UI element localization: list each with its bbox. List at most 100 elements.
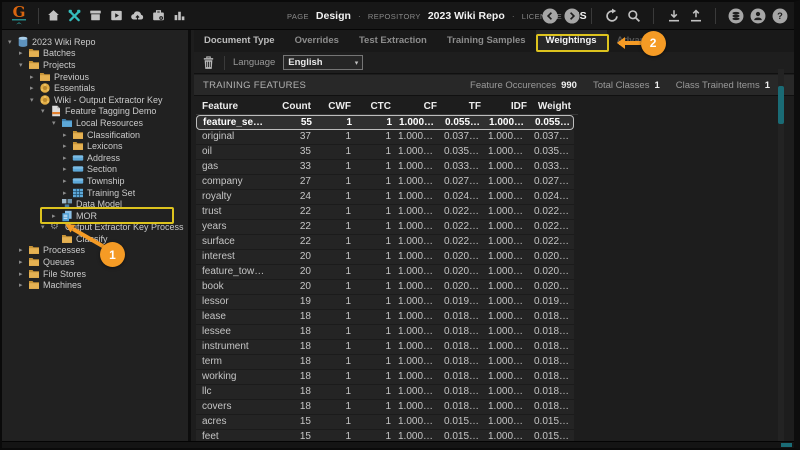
expander-expanded-icon[interactable]: ▾ xyxy=(30,96,39,104)
upload-icon[interactable] xyxy=(687,8,704,25)
column-header-ctc[interactable]: CTC xyxy=(358,98,398,115)
expander-collapsed-icon[interactable]: ▸ xyxy=(63,177,72,185)
play-box-icon[interactable] xyxy=(108,7,125,24)
expander-expanded-icon[interactable]: ▾ xyxy=(8,38,17,46)
trash-icon[interactable] xyxy=(201,55,216,70)
tree-item-feature-tagging-demo[interactable]: ▾Feature Tagging Demo xyxy=(2,106,188,118)
tree-item-training-set[interactable]: ▸Training Set xyxy=(2,187,188,199)
table-row-lessee[interactable]: lessee18111.0000000.0181821.0000000.0181… xyxy=(196,325,574,340)
expander-collapsed-icon[interactable]: ▸ xyxy=(63,154,72,162)
table-row-company[interactable]: company27111.0000000.0272731.0000000.027… xyxy=(196,175,574,190)
expander-expanded-icon[interactable]: ▾ xyxy=(41,223,50,231)
table-row-original[interactable]: original37111.0000000.0373741.0000000.03… xyxy=(196,130,574,145)
expander-collapsed-icon[interactable]: ▸ xyxy=(19,49,28,57)
column-header-cf[interactable]: CF xyxy=(398,98,444,115)
column-header-feature[interactable]: Feature xyxy=(196,98,274,115)
table-row-royalty[interactable]: royalty24111.0000000.0242421.0000000.024… xyxy=(196,190,574,205)
horizontal-scrollbar-thumb[interactable] xyxy=(781,443,792,447)
cloud-upload-icon[interactable] xyxy=(129,7,146,24)
page-value[interactable]: Design xyxy=(316,10,351,22)
table-row-feature-section[interactable]: feature_section55111.0000000.0555561.000… xyxy=(196,115,574,130)
expander-collapsed-icon[interactable]: ▸ xyxy=(19,281,28,289)
table-row-acres[interactable]: acres15111.0000000.0151521.0000000.01515… xyxy=(196,415,574,430)
back-icon[interactable] xyxy=(541,8,558,25)
download-icon[interactable] xyxy=(665,8,682,25)
help-icon[interactable]: ? xyxy=(771,8,788,25)
expander-expanded-icon[interactable]: ▾ xyxy=(19,61,28,69)
expander-collapsed-icon[interactable]: ▸ xyxy=(19,246,28,254)
tree-item-previous[interactable]: ▸Previous xyxy=(2,71,188,83)
tab-training-samples[interactable]: Training Samples xyxy=(437,30,536,52)
tree-item-address[interactable]: ▸Address xyxy=(2,152,188,164)
user-icon[interactable] xyxy=(749,8,766,25)
table-row-term[interactable]: term18111.0000000.0181821.0000000.018182 xyxy=(196,355,574,370)
expander-collapsed-icon[interactable]: ▸ xyxy=(63,189,72,197)
table-row-llc[interactable]: llc18111.0000000.0181821.0000000.018182 xyxy=(196,385,574,400)
column-header-cwf[interactable]: CWF xyxy=(318,98,358,115)
expander-collapsed-icon[interactable]: ▸ xyxy=(30,84,39,92)
expander-expanded-icon[interactable]: ▾ xyxy=(41,107,50,115)
tree-item-essentials[interactable]: ▸Essentials xyxy=(2,82,188,94)
repository-value[interactable]: 2023 Wiki Repo xyxy=(428,10,505,22)
table-row-years[interactable]: years22111.0000000.0222221.0000000.02222… xyxy=(196,220,574,235)
table-row-book[interactable]: book20111.0000000.0202021.0000000.020202 xyxy=(196,280,574,295)
column-header-idf[interactable]: IDF xyxy=(488,98,534,115)
tree-item-projects[interactable]: ▾Projects xyxy=(2,59,188,71)
column-header-count[interactable]: Count xyxy=(274,98,318,115)
tree-item-wiki-output-extractor-key[interactable]: ▾Wiki - Output Extractor Key xyxy=(2,94,188,106)
tree-item-township[interactable]: ▸Township xyxy=(2,175,188,187)
expander-collapsed-icon[interactable]: ▸ xyxy=(63,165,72,173)
tree-item-output-extractor-key-process[interactable]: ▾⚙Output Extractor Key Process xyxy=(2,222,188,234)
tree-item-lexicons[interactable]: ▸Lexicons xyxy=(2,140,188,152)
tree-item-queues[interactable]: ▸Queues xyxy=(2,256,188,268)
tree-item-mor[interactable]: ▸MOR xyxy=(2,210,188,222)
vertical-scrollbar-thumb[interactable] xyxy=(778,86,784,124)
table-row-working[interactable]: working18111.0000000.0181821.0000000.018… xyxy=(196,370,574,385)
expander-collapsed-icon[interactable]: ▸ xyxy=(19,270,28,278)
tree-item-processes[interactable]: ▸Processes xyxy=(2,245,188,257)
tab-document-type[interactable]: Document Type xyxy=(194,30,285,52)
tree-item-classify[interactable]: Classify xyxy=(2,233,188,245)
expander-collapsed-icon[interactable]: ▸ xyxy=(63,131,72,139)
expander-collapsed-icon[interactable]: ▸ xyxy=(63,142,72,150)
table-row-oil[interactable]: oil35111.0000000.0353541.0000000.035354 xyxy=(196,145,574,160)
tab-overrides[interactable]: Overrides xyxy=(285,30,349,52)
tree-item-2023-wiki-repo[interactable]: ▾2023 Wiki Repo xyxy=(2,36,188,48)
database-icon[interactable] xyxy=(727,8,744,25)
briefcase-icon[interactable] xyxy=(150,7,167,24)
table-row-lease[interactable]: lease18111.0000000.0181821.0000000.01818… xyxy=(196,310,574,325)
table-row-gas[interactable]: gas33111.0000000.0333331.0000000.033333 xyxy=(196,160,574,175)
table-row-interest[interactable]: interest20111.0000000.0202021.0000000.02… xyxy=(196,250,574,265)
tree-item-classification[interactable]: ▸Classification xyxy=(2,129,188,141)
tree-item-data-model[interactable]: Data Model xyxy=(2,198,188,210)
tab-weightings[interactable]: Weightings xyxy=(536,30,607,52)
expander-collapsed-icon[interactable]: ▸ xyxy=(30,73,39,81)
expander-collapsed-icon[interactable]: ▸ xyxy=(52,212,61,220)
tree-item-section[interactable]: ▸Section xyxy=(2,164,188,176)
table-row-instrument[interactable]: instrument18111.0000000.0181821.0000000.… xyxy=(196,340,574,355)
bar-chart-icon[interactable] xyxy=(171,7,188,24)
language-select[interactable]: English ▾ xyxy=(283,55,363,70)
batch-box-icon[interactable] xyxy=(87,7,104,24)
table-row-covers[interactable]: covers18111.0000000.0181821.0000000.0181… xyxy=(196,400,574,415)
forward-icon[interactable] xyxy=(563,8,580,25)
column-header-weight[interactable]: Weight xyxy=(534,98,578,115)
expander-collapsed-icon[interactable]: ▸ xyxy=(19,258,28,266)
vertical-scrollbar[interactable] xyxy=(778,69,784,441)
table-row-surface[interactable]: surface22111.0000000.0222221.0000000.022… xyxy=(196,235,574,250)
tab-advanced[interactable]: Advanced xyxy=(607,30,672,52)
expander-expanded-icon[interactable]: ▾ xyxy=(52,119,61,127)
column-header-tf[interactable]: TF xyxy=(444,98,488,115)
tree-item-file-stores[interactable]: ▸File Stores xyxy=(2,268,188,280)
tree-item-batches[interactable]: ▸Batches xyxy=(2,48,188,60)
table-row-trust[interactable]: trust22111.0000000.0222221.0000000.02222… xyxy=(196,205,574,220)
table-row-lessor[interactable]: lessor19111.0000000.0191921.0000000.0191… xyxy=(196,295,574,310)
home-icon[interactable] xyxy=(45,7,62,24)
tree-item-local-resources[interactable]: ▾Local Resources xyxy=(2,117,188,129)
tab-test-extraction[interactable]: Test Extraction xyxy=(349,30,437,52)
search-icon[interactable] xyxy=(625,8,642,25)
tools-icon[interactable] xyxy=(66,7,83,24)
refresh-icon[interactable] xyxy=(603,8,620,25)
app-logo-icon[interactable]: G xyxy=(6,4,32,28)
table-row-feature-towns[interactable]: feature_towns...20111.0000000.0202021.00… xyxy=(196,265,574,280)
